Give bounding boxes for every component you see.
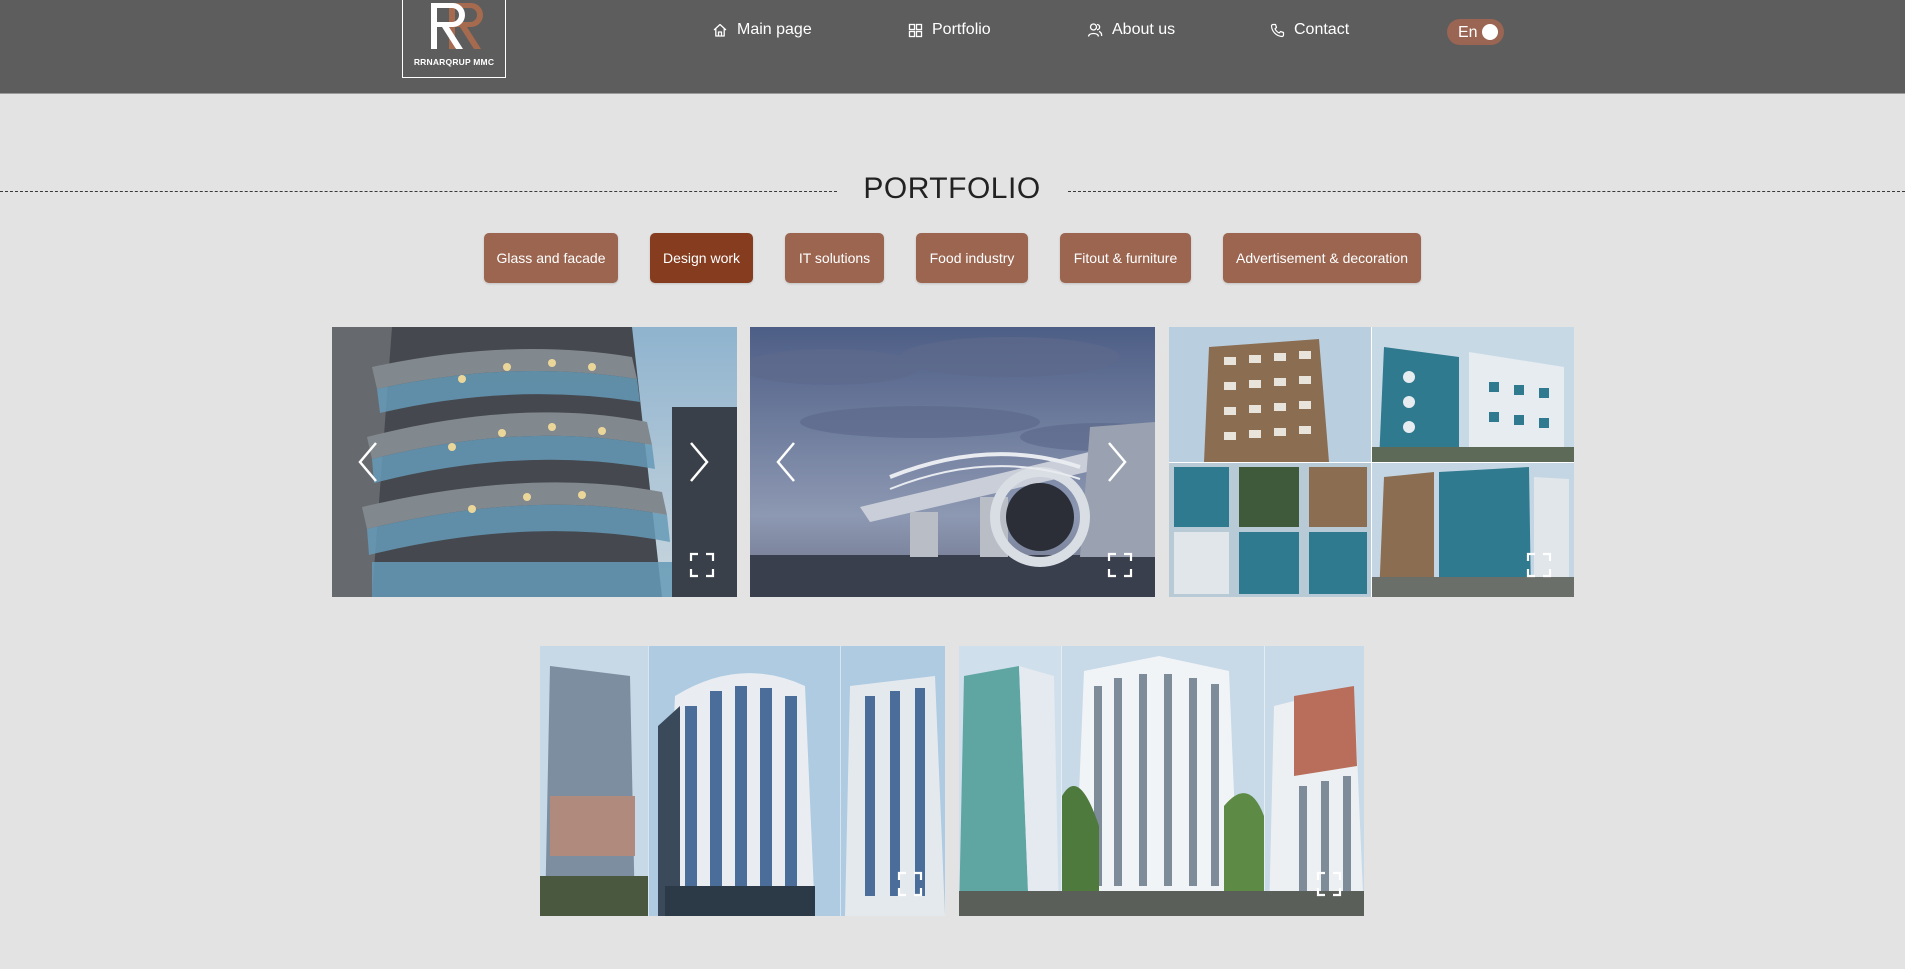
company-logo[interactable]: RRNARQRUP MMC: [402, 0, 506, 78]
tab-design-work[interactable]: Design work: [650, 233, 753, 283]
title-divider-right: [1068, 191, 1905, 192]
project-image: [332, 327, 737, 597]
chevron-left-icon[interactable]: [772, 439, 802, 485]
tab-glass-and-facade[interactable]: Glass and facade: [484, 233, 618, 283]
tab-food-industry[interactable]: Food industry: [916, 233, 1028, 283]
users-icon: [1087, 23, 1103, 37]
chevron-right-icon[interactable]: [683, 439, 713, 485]
phone-icon: [1270, 23, 1285, 37]
logo-mark-icon: [431, 3, 483, 49]
chevron-right-icon[interactable]: [1101, 439, 1131, 485]
language-toggle[interactable]: En: [1447, 19, 1504, 45]
gallery-card[interactable]: [540, 646, 945, 916]
chevron-left-icon[interactable]: [354, 439, 384, 485]
logo-text: RRNARQRUP MMC: [413, 57, 495, 67]
project-image: [959, 646, 1364, 916]
language-label: En: [1458, 24, 1478, 41]
expand-icon[interactable]: [897, 871, 923, 897]
nav-label: Main page: [737, 21, 812, 38]
gallery-card[interactable]: [1169, 327, 1574, 597]
toggle-knob[interactable]: [1482, 24, 1498, 40]
project-image: [1169, 327, 1574, 597]
site-header: RRNARQRUP MMC Main page Portfolio About …: [0, 0, 1905, 94]
nav-contact[interactable]: Contact: [1270, 17, 1349, 43]
tab-it-solutions[interactable]: IT solutions: [785, 233, 884, 283]
project-image: [540, 646, 945, 916]
home-icon: [713, 23, 727, 37]
nav-portfolio[interactable]: Portfolio: [908, 17, 991, 43]
expand-icon[interactable]: [1526, 552, 1552, 578]
nav-label: Contact: [1294, 21, 1350, 38]
expand-icon[interactable]: [689, 552, 715, 578]
gallery-card[interactable]: [959, 646, 1364, 916]
grid-icon: [908, 23, 923, 37]
project-image: [750, 327, 1155, 597]
nav-main-page[interactable]: Main page: [712, 17, 812, 43]
expand-icon[interactable]: [1316, 871, 1342, 897]
nav-about-us[interactable]: About us: [1087, 17, 1175, 43]
title-divider-left: [0, 191, 837, 192]
tab-fitout-and-furniture[interactable]: Fitout & furniture: [1060, 233, 1191, 283]
gallery-card[interactable]: [750, 327, 1155, 597]
section-title: PORTFOLIO: [863, 172, 1041, 205]
nav-label: Portfolio: [932, 21, 991, 38]
gallery-card[interactable]: [332, 327, 737, 597]
nav-label: About us: [1112, 21, 1176, 38]
expand-icon[interactable]: [1107, 552, 1133, 578]
tab-advertisement-and-decoration[interactable]: Advertisement & decoration: [1223, 233, 1421, 283]
